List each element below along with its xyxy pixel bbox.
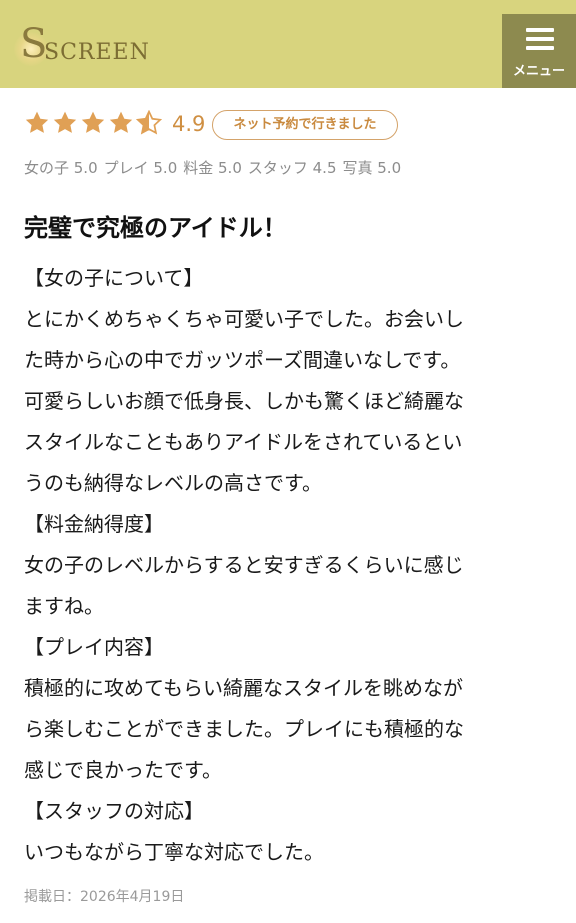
logo-text: SCREEN xyxy=(44,40,150,65)
star-full-icon xyxy=(108,110,134,136)
star-full-icon xyxy=(80,110,106,136)
review-line: うのも納得なレベルの高さです。 xyxy=(24,471,322,495)
rating-row: 4.9 ネット予約で行きました xyxy=(24,109,554,144)
review-line: 可愛らしいお顔で低身長、しかも驚くほど綺麗な xyxy=(24,389,464,413)
review-line: 感じで良かったです。 xyxy=(24,758,222,782)
menu-label: メニュー xyxy=(512,64,565,79)
sub-rating-item: 料金 5.0 xyxy=(183,159,242,177)
site-header: S SCREEN メニュー xyxy=(0,0,576,88)
post-date: 掲載日：2026年4月19日 xyxy=(24,889,185,905)
sub-rating-item: プレイ 5.0 xyxy=(103,159,178,177)
review-body: 【女の子について】とにかくめちゃくちゃ可愛い子でした。お会いし た時から心の中でガ… xyxy=(24,258,554,873)
review-line: ますね。 xyxy=(24,594,104,618)
rating-score: 4.9 xyxy=(172,112,206,136)
net-reservation-badge: ネット予約で行きました xyxy=(212,110,398,140)
sub-rating-item: 写真 5.0 xyxy=(342,159,402,177)
review-line: た時から心の中でガッツポーズ間違いなしです。 xyxy=(24,348,461,372)
star-half-icon xyxy=(135,109,163,136)
review-line: 積極的に攻めてもらい綺麗なスタイルを眺めなが xyxy=(24,676,463,700)
review-line: 【プレイ内容】 xyxy=(24,635,164,659)
hamburger-icon xyxy=(526,28,554,55)
review-title: 完璧で究極のアイドル！ xyxy=(24,214,287,242)
review-line: 【料金納得度】 xyxy=(24,512,164,536)
review-line: ら楽しむことができました。プレイにも積極的な xyxy=(24,717,464,741)
menu-button[interactable]: メニュー xyxy=(502,14,576,88)
sub-rating-item: 女の子 5.0 xyxy=(24,159,98,177)
sub-ratings: 女の子 5.0 プレイ 5.0 料金 5.0 スタッフ 4.5 写真 5.0 xyxy=(24,157,554,178)
review-line: いつもながら丁寧な対応でした。 xyxy=(24,840,324,864)
review-line: とにかくめちゃくちゃ可愛い子でした。お会いし xyxy=(24,307,464,331)
review-line: 【女の子について】 xyxy=(24,266,204,290)
sub-rating-item: スタッフ 4.5 xyxy=(247,159,337,177)
review-line: 女の子のレベルからすると安すぎるくらいに感じ xyxy=(24,553,464,577)
review-line: スタイルなこともありアイドルをされているとい xyxy=(24,430,463,454)
star-full-icon xyxy=(24,110,50,136)
star-full-icon xyxy=(52,110,78,136)
site-logo[interactable]: S SCREEN xyxy=(14,24,149,74)
review-line: 【スタッフの対応】 xyxy=(24,799,204,823)
